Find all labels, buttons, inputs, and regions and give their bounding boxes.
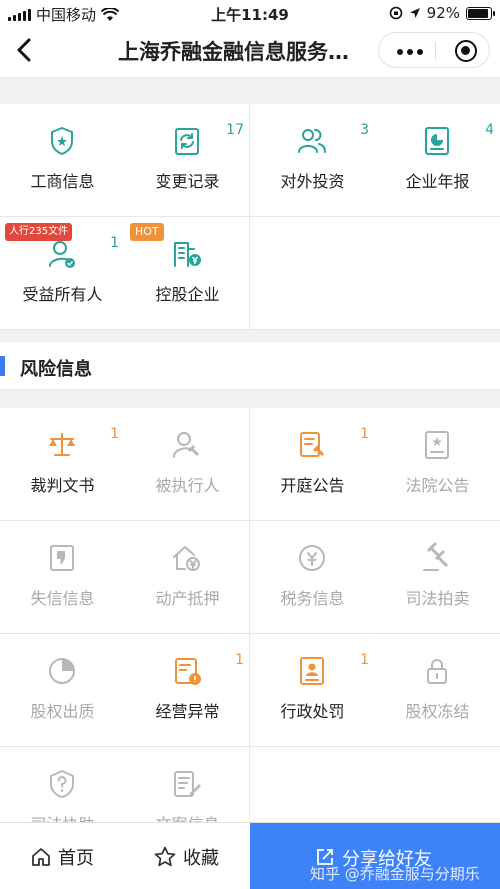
item-label: 司法拍卖 [405,589,470,608]
star-icon [154,846,176,866]
item-label: 行政处罚 [280,702,345,721]
risk-item-7[interactable]: 司法拍卖 [375,521,500,634]
status-bar: 中国移动 上午11:49 92% [0,0,500,26]
watermark: 知乎 @乔融金服与分期乐 [310,865,480,883]
basic-item-1[interactable]: 变更记录 17 [125,104,250,217]
risk-item-8[interactable]: 股权出质 [0,634,125,747]
item-label: 经营异常 [155,702,220,721]
more-icon[interactable] [397,49,423,55]
item-label: 开庭公告 [280,476,345,495]
risk-grid-row: 股权出质 经营异常 1 行政处罚 1 股权冻结 [0,634,500,747]
question-shield-icon [45,767,79,801]
item-label: 法院公告 [405,476,470,495]
risk-item-13[interactable]: 文案信息 [125,747,250,822]
basic-grid-row: 工商信息 变更记录 17 对外投资 3 企业年报 4 [0,104,500,217]
risk-item-0[interactable]: 裁判文书 1 [0,408,125,521]
badge-icon [45,124,79,158]
risk-item-5[interactable]: 动产抵押 [125,521,250,634]
risk-item-2[interactable]: 开庭公告 1 [250,408,375,521]
basic-item-0[interactable]: 工商信息 [0,104,125,217]
risk-info-header: 风险信息 [0,342,500,390]
bottom-bar: 首页 收藏 分享给好友 知乎 @乔融金服与分期乐 [0,822,500,889]
miniprogram-capsule [378,32,490,68]
scales-icon [45,428,79,462]
item-label: 变更记录 [155,172,220,191]
tax-icon [295,541,329,575]
item-label: 文案信息 [125,811,250,822]
basic-info-header [0,74,500,78]
item-label: 股权出质 [30,702,95,721]
item-count: 4 [485,122,494,138]
person-check-icon [45,237,79,271]
close-miniprogram-icon[interactable] [455,40,477,62]
section-title: 风险信息 [20,359,92,380]
basic-item-5[interactable]: 控股企业 HOT [125,217,250,330]
battery-percent: 92% [426,4,460,22]
page-title: 上海乔融金融信息服务… [118,40,349,64]
item-count: 1 [360,652,369,668]
item-count: 1 [110,235,119,251]
main-content: 工商信息 变更记录 17 对外投资 3 企业年报 4 受益所有人 1 人行235文件控股企业 HOT… [0,74,500,822]
risk-grid-row: 失信信息 动产抵押 税务信息 司法拍卖 [0,521,500,634]
home-icon [32,847,50,866]
risk-item-4[interactable]: 失信信息 [0,521,125,634]
house-yuan-icon [170,541,204,575]
people-icon [295,124,329,158]
risk-item-6[interactable]: 税务信息 [250,521,375,634]
item-label: 动产抵押 [155,589,220,608]
pie-icon [45,654,79,688]
risk-item-9[interactable]: 经营异常 1 [125,634,250,747]
risk-item-11[interactable]: 股权冻结 [375,634,500,747]
basic-item-3[interactable]: 企业年报 4 [375,104,500,217]
basic-item-4[interactable]: 受益所有人 1 人行235文件 [0,217,125,330]
report-icon [420,124,454,158]
item-label: 股权冻结 [405,702,470,721]
item-count: 17 [226,122,244,138]
basic-item-2[interactable]: 对外投资 3 [250,104,375,217]
risk-item-1[interactable]: 被执行人 [125,408,250,521]
warning-doc-icon [170,654,204,688]
item-label: 被执行人 [155,476,220,495]
item-label: 企业年报 [405,172,470,191]
risk-info-grid: 裁判文书 1 被执行人 开庭公告 1 法院公告失信信息 动产抵押 税务信息 司法拍卖股权出质 经营… [0,408,500,822]
item-label: 控股企业 [155,285,220,304]
item-count: 1 [110,426,119,442]
item-label: 受益所有人 [22,285,103,304]
risk-item-12[interactable]: 司法协助 [0,747,125,822]
item-label: 工商信息 [30,172,95,191]
refresh-doc-icon [170,124,204,158]
court-notice-icon [420,428,454,462]
lock-icon [420,654,454,688]
rotation-lock-icon [389,6,402,20]
item-count: 1 [235,652,244,668]
home-button[interactable]: 首页 [30,823,94,889]
auction-icon [420,541,454,575]
risk-grid-row: 司法协助文案信息 [0,747,500,822]
favorite-button[interactable]: 收藏 [153,823,219,889]
building-yuan-icon [170,237,204,271]
item-tag-badge: 人行235文件 [5,223,73,241]
person-gavel-icon [170,428,204,462]
item-tag-badge: HOT [130,223,164,241]
risk-item-3[interactable]: 法院公告 [375,408,500,521]
item-label: 税务信息 [280,589,345,608]
item-label: 裁判文书 [30,476,95,495]
battery-icon [466,6,495,20]
doc-gavel-icon [295,428,329,462]
item-label: 司法协助 [0,811,125,822]
basic-grid-row: 受益所有人 1 人行235文件 控股企业 HOT [0,217,500,330]
basic-info-grid: 工商信息 变更记录 17 对外投资 3 企业年报 4 受益所有人 1 人行235文件控股企业 HOT [0,104,500,330]
item-label: 失信信息 [30,589,95,608]
doc-edit-icon [170,767,204,801]
item-label: 对外投资 [280,172,345,191]
item-count: 1 [360,426,369,442]
id-card-icon [295,654,329,688]
back-arrow-icon[interactable] [10,34,40,66]
thumb-down-icon [45,541,79,575]
item-count: 3 [360,122,369,138]
risk-item-10[interactable]: 行政处罚 1 [250,634,375,747]
location-icon [409,8,420,18]
risk-grid-row: 裁判文书 1 被执行人 开庭公告 1 法院公告 [0,408,500,521]
navigation-bar: 上海乔融金融信息服务… [0,26,500,74]
